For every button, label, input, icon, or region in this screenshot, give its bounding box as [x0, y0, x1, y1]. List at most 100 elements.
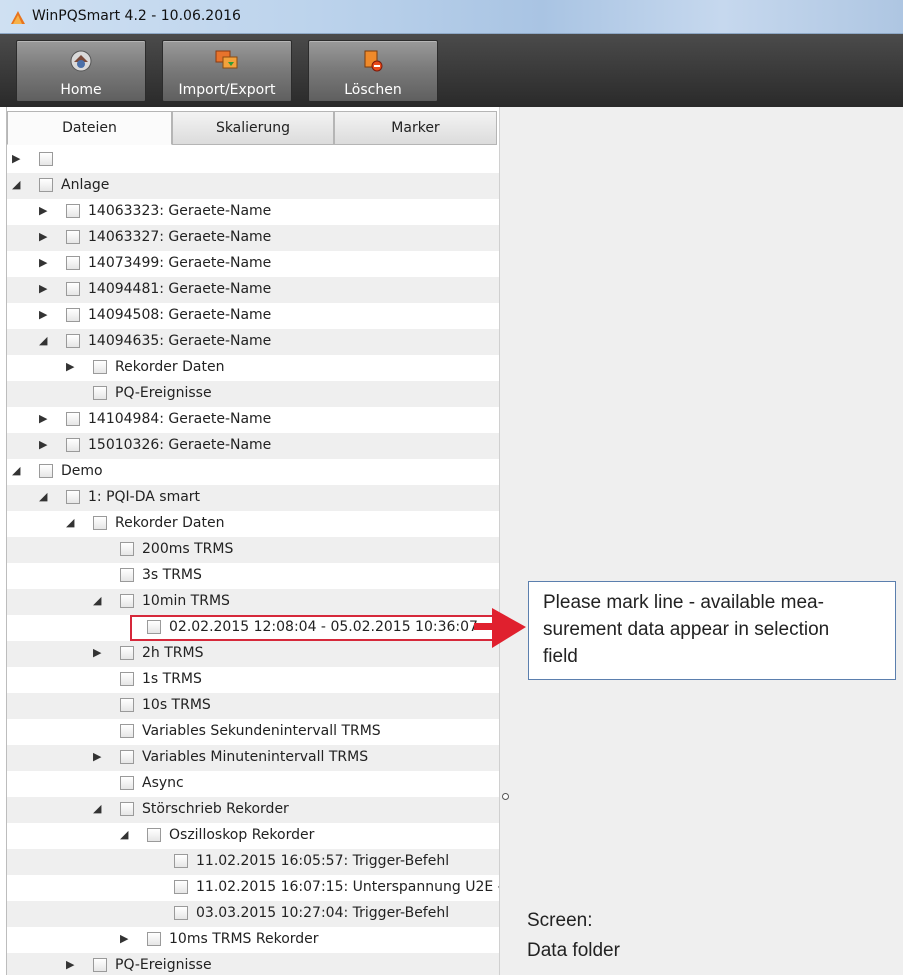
tree-checkbox[interactable]	[66, 412, 80, 426]
tree-checkbox[interactable]	[120, 672, 134, 686]
file-tree-panel: Dateien Skalierung Marker ▶ ◢ Anlage ▶ 14063…	[6, 107, 500, 975]
caption-line-2: Data folder	[527, 940, 620, 961]
tree-row[interactable]: 11.02.2015 16:05:57: Trigger-Befehl	[7, 849, 499, 875]
tree-row[interactable]: ▶ 14073499: Geraete-Name	[7, 251, 499, 277]
tree-row[interactable]: ▶	[7, 147, 499, 173]
collapse-arrow-icon[interactable]: ◢	[93, 802, 105, 816]
tree-row[interactable]: ◢ Rekorder Daten	[7, 511, 499, 537]
tree-checkbox[interactable]	[120, 724, 134, 738]
tree-row[interactable]: ▶ 2h TRMS	[7, 641, 499, 667]
tree-checkbox[interactable]	[66, 334, 80, 348]
tree-row[interactable]: ▶ 14094508: Geraete-Name	[7, 303, 499, 329]
tree-checkbox[interactable]	[93, 958, 107, 972]
expand-arrow-icon[interactable]: ▶	[66, 958, 78, 972]
tree-row[interactable]: Variables Sekundenintervall TRMS	[7, 719, 499, 745]
expand-arrow-icon[interactable]: ▶	[66, 360, 78, 374]
tree-row[interactable]: ▶ 14063327: Geraete-Name	[7, 225, 499, 251]
expand-arrow-icon[interactable]: ▶	[39, 204, 51, 218]
tree-checkbox[interactable]	[66, 230, 80, 244]
tree-row[interactable]: ◢ 10min TRMS	[7, 589, 499, 615]
expand-arrow-icon[interactable]: ▶	[93, 750, 105, 764]
tree-checkbox[interactable]	[120, 542, 134, 556]
delete-button[interactable]: Löschen	[308, 40, 438, 102]
tree-checkbox[interactable]	[120, 776, 134, 790]
collapse-arrow-icon[interactable]: ◢	[93, 594, 105, 608]
tree-row[interactable]: 3s TRMS	[7, 563, 499, 589]
tree-checkbox[interactable]	[39, 464, 53, 478]
tree-checkbox[interactable]	[120, 594, 134, 608]
tree-row[interactable]: ◢ Störschrieb Rekorder	[7, 797, 499, 823]
tree-checkbox[interactable]	[39, 152, 53, 166]
tree-row[interactable]: Async	[7, 771, 499, 797]
tree-row[interactable]: 10s TRMS	[7, 693, 499, 719]
expand-arrow-icon[interactable]: ▶	[39, 412, 51, 426]
tree-checkbox[interactable]	[66, 204, 80, 218]
collapse-arrow-icon[interactable]: ◢	[66, 516, 78, 530]
tree-checkbox[interactable]	[66, 282, 80, 296]
tree-checkbox[interactable]	[147, 828, 161, 842]
expand-arrow-icon[interactable]: ▶	[39, 282, 51, 296]
tab-dateien[interactable]: Dateien	[7, 111, 172, 145]
expand-arrow-icon[interactable]: ▶	[12, 152, 24, 166]
tree-checkbox[interactable]	[120, 698, 134, 712]
tree-checkbox[interactable]	[66, 308, 80, 322]
splitter-grip-icon[interactable]	[502, 793, 509, 800]
tree-row[interactable]: ▶ Rekorder Daten	[7, 355, 499, 381]
tree-checkbox[interactable]	[93, 360, 107, 374]
tree-checkbox[interactable]	[66, 438, 80, 452]
tree-row[interactable]: ▶ Variables Minutenintervall TRMS	[7, 745, 499, 771]
tree-item-label: 2h TRMS	[142, 645, 204, 661]
tree-row[interactable]: ◢ Oszilloskop Rekorder	[7, 823, 499, 849]
collapse-arrow-icon[interactable]: ◢	[39, 334, 51, 348]
collapse-arrow-icon[interactable]: ◢	[12, 464, 24, 478]
tree-checkbox[interactable]	[174, 906, 188, 920]
tab-skalierung[interactable]: Skalierung	[172, 111, 334, 145]
tree-item-label: 1: PQI-DA smart	[88, 489, 201, 505]
tree-row[interactable]: ▶ 15010326: Geraete-Name	[7, 433, 499, 459]
tree-checkbox[interactable]	[174, 880, 188, 894]
expand-arrow-icon[interactable]: ▶	[120, 932, 132, 946]
tree-checkbox[interactable]	[120, 568, 134, 582]
tree-row[interactable]: 03.03.2015 10:27:04: Trigger-Befehl	[7, 901, 499, 927]
tree-row[interactable]: ◢ Demo	[7, 459, 499, 485]
home-button[interactable]: Home	[16, 40, 146, 102]
tree-checkbox[interactable]	[174, 854, 188, 868]
collapse-arrow-icon[interactable]: ◢	[120, 828, 132, 842]
tree-item-label: Variables Minutenintervall TRMS	[142, 749, 369, 765]
expand-arrow-icon[interactable]: ▶	[39, 438, 51, 452]
tree-checkbox[interactable]	[93, 516, 107, 530]
tree-row[interactable]: 200ms TRMS	[7, 537, 499, 563]
tab-marker[interactable]: Marker	[334, 111, 497, 145]
tree-row[interactable]: ▶ 10ms TRMS Rekorder	[7, 927, 499, 953]
tree-checkbox[interactable]	[66, 490, 80, 504]
tree-row[interactable]: 02.02.2015 12:08:04 - 05.02.2015 10:36:0…	[7, 615, 499, 641]
tree-row[interactable]: ◢ 14094635: Geraete-Name	[7, 329, 499, 355]
tree-row[interactable]: 11.02.2015 16:07:15: Unterspannung U2E -	[7, 875, 499, 901]
tree-row[interactable]: ◢ 1: PQI-DA smart	[7, 485, 499, 511]
tree-row[interactable]: 1s TRMS	[7, 667, 499, 693]
expand-arrow-icon[interactable]: ▶	[39, 256, 51, 270]
collapse-arrow-icon[interactable]: ◢	[39, 490, 51, 504]
expand-arrow-icon[interactable]: ▶	[39, 230, 51, 244]
tree-checkbox[interactable]	[147, 932, 161, 946]
expand-arrow-icon[interactable]: ▶	[39, 308, 51, 322]
tree-row[interactable]: ▶ 14063323: Geraete-Name	[7, 199, 499, 225]
expand-arrow-icon[interactable]: ▶	[93, 646, 105, 660]
tree-item-label: Demo	[61, 463, 103, 479]
tree-row[interactable]: ▶ PQ-Ereignisse	[7, 953, 499, 975]
import-export-button[interactable]: Import/Export	[162, 40, 292, 102]
tree-row[interactable]: ▶ 14094481: Geraete-Name	[7, 277, 499, 303]
tree-row[interactable]: PQ-Ereignisse	[7, 381, 499, 407]
home-button-label: Home	[60, 82, 102, 98]
tree-checkbox[interactable]	[66, 256, 80, 270]
tree-row[interactable]: ▶ 14104984: Geraete-Name	[7, 407, 499, 433]
tree-checkbox[interactable]	[93, 386, 107, 400]
tree-row[interactable]: ◢ Anlage	[7, 173, 499, 199]
tree-item-label: Rekorder Daten	[115, 515, 225, 531]
tree-checkbox[interactable]	[39, 178, 53, 192]
tree-item-label: 14104984: Geraete-Name	[88, 411, 272, 427]
tree-checkbox[interactable]	[120, 802, 134, 816]
tree-checkbox[interactable]	[120, 646, 134, 660]
collapse-arrow-icon[interactable]: ◢	[12, 178, 24, 192]
tree-checkbox[interactable]	[120, 750, 134, 764]
